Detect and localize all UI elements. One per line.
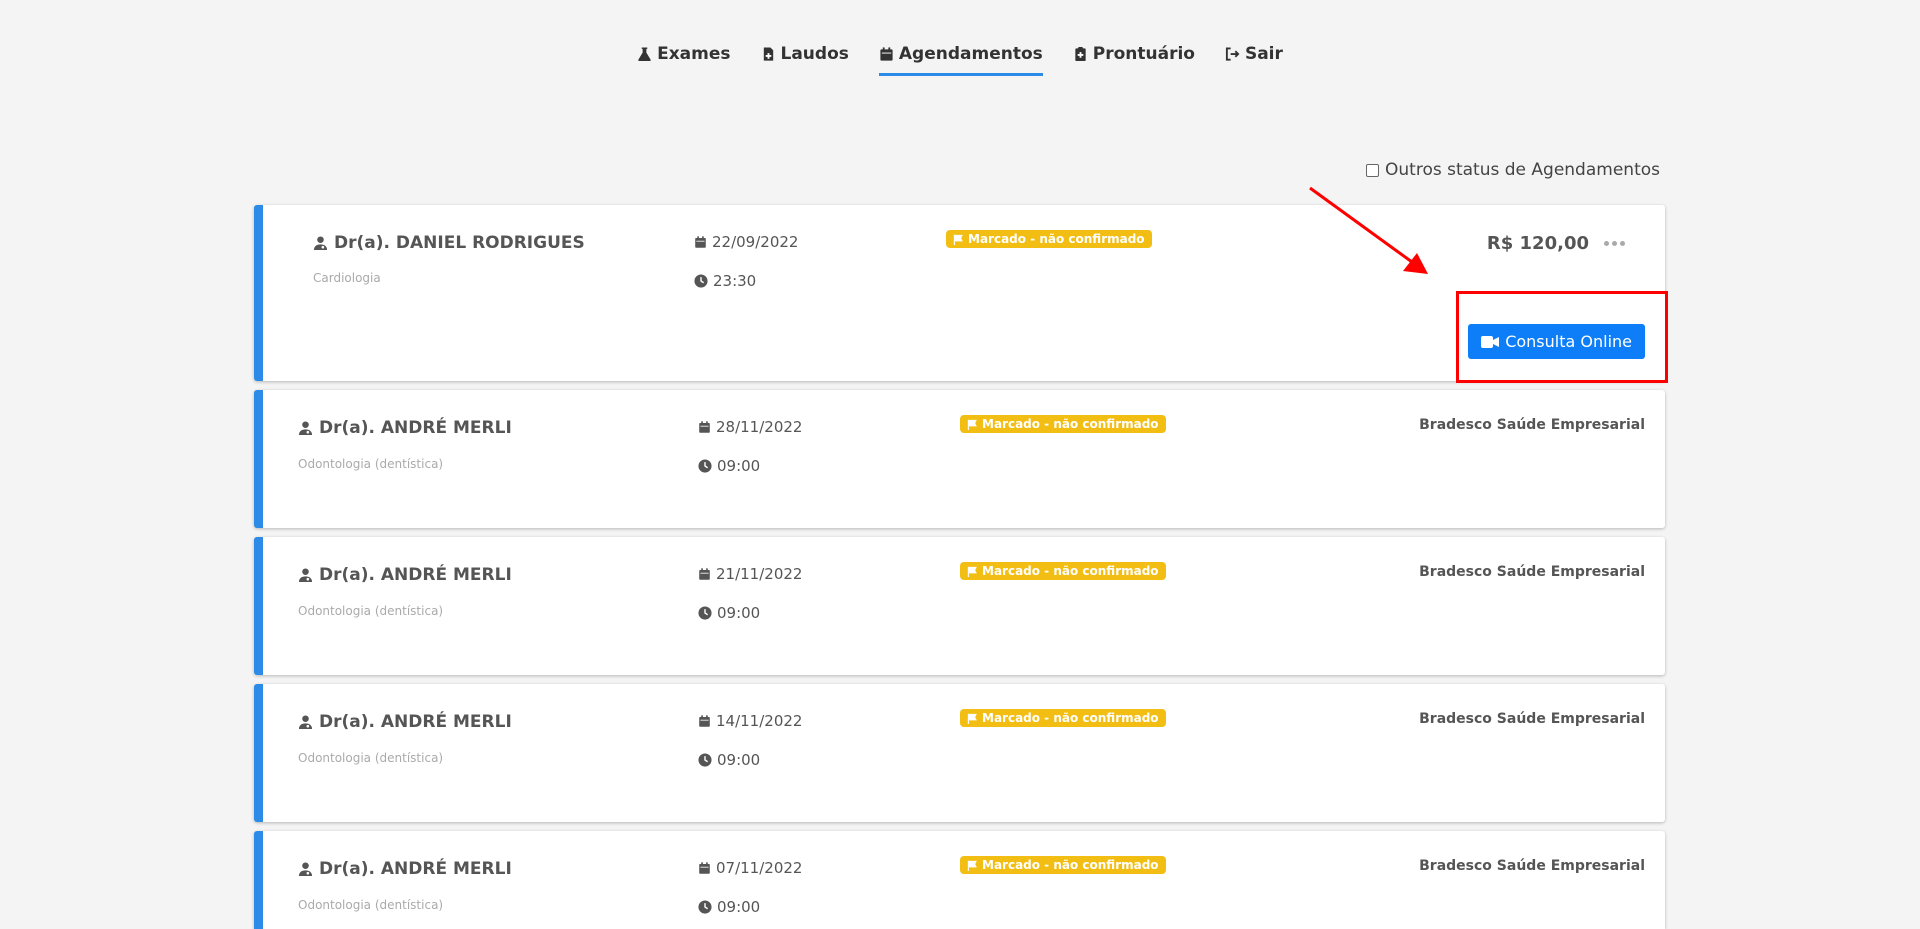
- file-medical-icon: [763, 47, 773, 61]
- nav-tab-label: Prontuário: [1092, 44, 1195, 64]
- status-badge: Marcado - não confirmado: [960, 856, 1166, 874]
- doctor-name: Dr(a). DANIEL RODRIGUES: [313, 233, 585, 253]
- nav-tab-exames[interactable]: Exames: [637, 44, 731, 76]
- clock-icon: [698, 459, 712, 473]
- doctor-icon: [298, 421, 313, 436]
- appointment-time: 23:30: [694, 272, 756, 290]
- appointment-card: Dr(a). ANDRÉ MERLI Odontologia (dentísti…: [254, 831, 1665, 929]
- doctor-name: Dr(a). ANDRÉ MERLI: [298, 859, 512, 879]
- nav-tab-sair[interactable]: Sair: [1225, 44, 1283, 76]
- status-badge: Marcado - não confirmado: [946, 230, 1152, 248]
- appointment-card: Dr(a). ANDRÉ MERLI Odontologia (dentísti…: [254, 537, 1665, 675]
- nav-tab-laudos[interactable]: Laudos: [761, 44, 849, 76]
- appointment-card: Dr(a). ANDRÉ MERLI Odontologia (dentísti…: [254, 390, 1665, 528]
- insurance-name: Bradesco Saúde Empresarial: [1419, 711, 1645, 727]
- nav-tab-agendamentos[interactable]: Agendamentos: [878, 44, 1043, 76]
- doctor-specialty: Odontologia (dentística): [298, 604, 444, 618]
- clock-icon: [698, 606, 712, 620]
- doctor-name: Dr(a). ANDRÉ MERLI: [298, 418, 512, 438]
- appointment-card: Dr(a). ANDRÉ MERLI Odontologia (dentísti…: [254, 684, 1665, 822]
- other-status-filter[interactable]: Outros status de Agendamentos: [1366, 160, 1660, 180]
- doctor-icon: [298, 568, 313, 583]
- nav-tab-label: Sair: [1244, 44, 1283, 64]
- doctor-icon: [298, 862, 313, 877]
- doctor-specialty: Odontologia (dentística): [298, 751, 444, 765]
- flag-icon: [967, 419, 977, 430]
- calendar-icon: [699, 421, 710, 433]
- annotation-arrow: [1309, 186, 1428, 274]
- nav-tab-prontuario[interactable]: Prontuário: [1073, 44, 1195, 76]
- nav-tab-label: Exames: [657, 44, 731, 64]
- doctor-specialty: Odontologia (dentística): [298, 457, 444, 471]
- nav-tab-label: Agendamentos: [898, 44, 1043, 64]
- clock-icon: [694, 274, 708, 288]
- appointment-time: 09:00: [698, 898, 760, 916]
- clock-icon: [698, 900, 712, 914]
- status-badge: Marcado - não confirmado: [960, 415, 1166, 433]
- annotation-highlight-box: [1456, 291, 1668, 383]
- calendar-icon: [699, 568, 710, 580]
- flag-icon: [967, 566, 977, 577]
- appointment-date: 14/11/2022: [698, 712, 802, 730]
- appointment-date: 21/11/2022: [698, 565, 802, 583]
- more-options-icon[interactable]: [1604, 241, 1625, 246]
- status-badge: Marcado - não confirmado: [960, 562, 1166, 580]
- insurance-name: Bradesco Saúde Empresarial: [1419, 564, 1645, 580]
- appointment-date: 28/11/2022: [698, 418, 802, 436]
- status-badge: Marcado - não confirmado: [960, 709, 1166, 727]
- clock-icon: [698, 753, 712, 767]
- appointment-card: Dr(a). DANIEL RODRIGUES Cardiologia 22/0…: [254, 205, 1665, 381]
- doctor-icon: [313, 236, 328, 251]
- insurance-name: Bradesco Saúde Empresarial: [1419, 417, 1645, 433]
- main-nav: Exames Laudos Agendamentos Prontuário Sa…: [0, 44, 1920, 76]
- calendar-icon: [695, 236, 706, 248]
- calendar-icon: [880, 47, 893, 61]
- flag-icon: [953, 234, 963, 245]
- nav-tab-label: Laudos: [780, 44, 849, 64]
- doctor-specialty: Cardiologia: [313, 271, 381, 285]
- doctor-icon: [298, 715, 313, 730]
- calendar-icon: [699, 715, 710, 727]
- flag-icon: [967, 713, 977, 724]
- appointment-time: 09:00: [698, 457, 760, 475]
- appointment-price: R$ 120,00: [1486, 233, 1589, 254]
- flask-icon: [638, 47, 651, 62]
- sign-out-icon: [1225, 47, 1240, 61]
- flag-icon: [967, 860, 977, 871]
- doctor-specialty: Odontologia (dentística): [298, 898, 444, 912]
- other-status-checkbox[interactable]: [1366, 163, 1380, 177]
- clipboard-medical-icon: [1075, 46, 1086, 62]
- doctor-name: Dr(a). ANDRÉ MERLI: [298, 565, 512, 585]
- doctor-name: Dr(a). ANDRÉ MERLI: [298, 712, 512, 732]
- other-status-label: Outros status de Agendamentos: [1385, 160, 1660, 180]
- calendar-icon: [699, 862, 710, 874]
- appointment-date: 22/09/2022: [694, 233, 798, 251]
- insurance-name: Bradesco Saúde Empresarial: [1419, 858, 1645, 874]
- appointment-date: 07/11/2022: [698, 859, 802, 877]
- appointment-time: 09:00: [698, 604, 760, 622]
- appointment-time: 09:00: [698, 751, 760, 769]
